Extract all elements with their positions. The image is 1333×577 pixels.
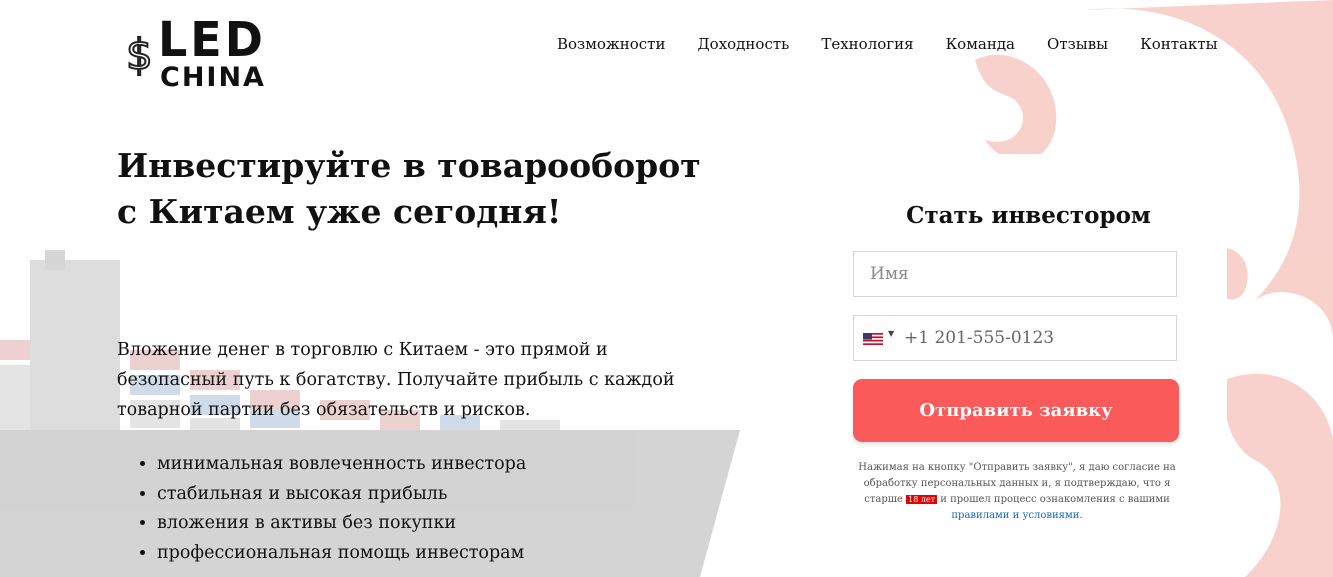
consent-text-after: . [1079, 510, 1083, 521]
benefits-list: минимальная вовлеченность инвестора стаб… [117, 450, 526, 568]
benefit-item: минимальная вовлеченность инвестора [157, 450, 526, 480]
name-input[interactable] [853, 251, 1177, 297]
us-flag-icon[interactable] [863, 333, 883, 345]
chevron-down-icon[interactable]: ▼ [888, 329, 894, 338]
age-badge: 18 лет [906, 495, 938, 504]
investor-form-card: Стать инвестором ▼ Отправить заявку Нажи… [830, 154, 1227, 577]
nav-item-contacts[interactable]: Контакты [1140, 35, 1218, 53]
nav-item-reviews[interactable]: Отзывы [1047, 35, 1108, 53]
led-china-logo[interactable]: $ LED CHINA [124, 15, 284, 98]
nav-item-profitability[interactable]: Доходность [697, 35, 789, 53]
benefit-item: профессиональная помощь инвесторам [157, 539, 526, 569]
logo-text-china: CHINA [160, 62, 266, 93]
form-title: Стать инвестором [906, 202, 1151, 229]
nav-item-team[interactable]: Команда [946, 35, 1015, 53]
submit-application-button[interactable]: Отправить заявку [853, 379, 1179, 442]
nav-item-features[interactable]: Возможности [557, 35, 665, 53]
benefit-item: вложения в активы без покупки [157, 509, 526, 539]
logo-text-led: LED [158, 10, 266, 68]
consent-text-middle: и прошел процесс ознакомления с вашими [937, 494, 1170, 505]
main-nav: Возможности Доходность Технология Команд… [557, 35, 1218, 53]
dollar-icon: $ [125, 30, 154, 79]
phone-input[interactable] [904, 316, 1172, 360]
benefit-item: стабильная и высокая прибыль [157, 480, 526, 510]
consent-text: Нажимая на кнопку "Отправить заявку", я … [856, 460, 1178, 524]
hero-title: Инвестируйте в товарооборот с Китаем уже… [117, 146, 701, 231]
nav-item-technology[interactable]: Технология [821, 35, 913, 53]
terms-link[interactable]: правилами и условиями [951, 510, 1079, 521]
phone-field: ▼ [853, 315, 1177, 361]
hero-description: Вложение денег в торговлю с Китаем - это… [117, 340, 675, 420]
